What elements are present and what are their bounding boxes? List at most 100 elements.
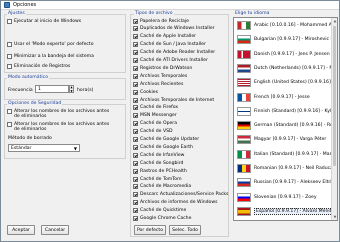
file-type-item[interactable]: Rastros de PCHealth (133, 168, 187, 174)
checkbox-ejecutar-inicio[interactable]: Ejecutar al inicio de Windows (7, 18, 81, 24)
language-item[interactable]: Finnish (Standard) [0.9.9.16] - Kyle Kal… (235, 105, 337, 118)
checkbox-box[interactable] (133, 121, 138, 127)
language-label: German (Standard) [0.9.9.16] - Rolf Weis… (254, 123, 337, 129)
checkbox-box[interactable] (7, 109, 12, 114)
language-scrollbar[interactable]: ▲ ▼ (331, 18, 337, 220)
file-type-item[interactable]: MSN Messenger (133, 113, 177, 119)
language-item[interactable]: Dutch (Netherlands) [0.9.9.17] - Martijn… (235, 62, 337, 75)
checkbox-box[interactable] (7, 41, 12, 47)
checkbox-box[interactable] (133, 42, 138, 48)
select-all-button[interactable]: Selec. Todo (169, 225, 201, 235)
file-type-item[interactable]: Archivos de informes de Windows (133, 200, 218, 206)
file-type-label: Caché de Google Updater (140, 137, 200, 142)
language-item[interactable]: French [0.9.9.17] - Jesse (235, 91, 310, 104)
language-item[interactable]: Italian (Standard) [0.9.9.17] - Marco D'… (235, 148, 337, 161)
scroll-up-icon[interactable]: ▲ (332, 18, 337, 24)
file-type-item[interactable]: Descarc Actualizaciones/Service Packs (133, 192, 228, 198)
finnish-flag-icon (237, 106, 251, 116)
language-listbox[interactable]: Arabic [0.10.0.16] - Mohammed Al-Fouha Bu… (233, 17, 338, 221)
language-item[interactable]: German (Standard) [0.9.9.16] - Rolf Weis… (235, 119, 337, 132)
file-type-label: Archivos Temporales de Internet (140, 97, 215, 103)
frecuencia-stepper[interactable]: ▲ ▼ (69, 85, 74, 93)
checkbox-box[interactable] (133, 129, 138, 135)
checkbox-box[interactable] (133, 26, 138, 32)
checkbox-box[interactable] (133, 216, 138, 221)
checkbox-box[interactable] (133, 97, 138, 103)
frecuencia-input[interactable]: 1 (35, 85, 69, 93)
checkbox-box[interactable] (133, 34, 138, 40)
file-type-item[interactable]: Caché de Apple Installer (133, 34, 196, 40)
file-type-item[interactable]: Caché de Quicktime (133, 208, 186, 214)
scroll-thumb[interactable] (333, 26, 336, 166)
language-item[interactable]: Arabic [0.10.0.16] - Mohammed Al-Fouha (235, 19, 337, 32)
language-item[interactable]: Romanian [0.9.9.17] - Neil Raducan (235, 162, 336, 175)
file-type-label: Caché de ATI Drivers Installer (140, 58, 208, 63)
checkbox-box[interactable] (133, 73, 138, 79)
file-type-item[interactable]: Caché de Songbird (133, 160, 183, 166)
file-type-item[interactable]: Archivos Recientes (133, 81, 183, 87)
checkbox-box[interactable] (133, 200, 138, 206)
cancelar-button[interactable]: Cancelar (41, 225, 69, 235)
language-label: Italian (Standard) [0.9.9.17] - Marco D'… (254, 151, 337, 157)
file-type-item[interactable]: Caché de Google Updater (133, 137, 199, 143)
checkbox-box[interactable] (133, 50, 138, 56)
scroll-down-icon[interactable]: ▼ (332, 214, 337, 220)
file-type-item[interactable]: Caché de Opera (133, 121, 177, 127)
checkbox-alterar-nombres-2[interactable]: Alterar los nombres de los archivos ante… (7, 122, 114, 132)
file-type-item[interactable]: Caché de Firefox (133, 105, 178, 111)
checkbox-eliminacion-registros[interactable]: Eliminación de Registros (7, 63, 70, 69)
checkbox-box[interactable] (7, 122, 12, 127)
checkbox-box[interactable] (133, 192, 138, 198)
checkbox-box[interactable] (133, 184, 138, 190)
file-type-item[interactable]: Registros de DrWatson (133, 65, 192, 71)
file-type-item[interactable]: Caché de IrfanView (133, 152, 184, 158)
checkbox-alterar-nombres-1[interactable]: Alterar los nombres de los archivos ante… (7, 109, 114, 119)
checkbox-box[interactable] (7, 63, 12, 69)
file-type-item[interactable]: Archivos Temporales de Internet (133, 97, 214, 103)
language-item[interactable]: Russian [0.9.9.17] - Alekseev Eltrikja (235, 176, 337, 189)
checkbox-box[interactable] (133, 58, 138, 63)
language-item[interactable]: Magyar [0.9.9.17] - Varga Péter (235, 133, 326, 146)
ajustes-label: Ajustes (7, 11, 26, 16)
metodo-borrado-select[interactable]: Estándar ▼ (8, 144, 80, 152)
dutch-flag-icon (237, 63, 251, 73)
checkbox-box[interactable] (133, 65, 138, 71)
checkbox-box[interactable] (133, 113, 138, 119)
file-type-item[interactable]: Archivos Temporales (133, 73, 187, 79)
aceptar-button[interactable]: Aceptar (7, 225, 35, 235)
english-flag-icon (237, 78, 251, 88)
por-defecto-button[interactable]: Por defecto (134, 225, 166, 235)
file-type-item[interactable]: Caché de TomTom (133, 176, 182, 182)
checkbox-box[interactable] (133, 208, 138, 214)
checkbox-box[interactable] (133, 89, 138, 95)
file-type-item[interactable]: Caché de Sun / Java Installer (133, 42, 206, 48)
checkbox-modo-experto[interactable]: Usar el 'Modo experto' por defecto (7, 41, 94, 47)
file-type-item[interactable]: Caché de VSD (133, 129, 173, 135)
language-item[interactable]: English (United States) [0.9.9.16] - Jos… (235, 76, 337, 89)
file-type-item[interactable]: Caché de Adobe Reader Installer (133, 50, 215, 56)
checkbox-box[interactable] (133, 176, 138, 182)
language-item[interactable]: Español [0.9.9.17] - Alvaro Méndez (235, 205, 337, 218)
checkbox-box[interactable] (7, 18, 12, 24)
language-label: Slovenian [0.9.9.17] - Zoey (254, 194, 317, 200)
checkbox-box[interactable] (133, 144, 138, 150)
checkbox-box[interactable] (133, 160, 138, 166)
checkbox-box[interactable] (7, 53, 12, 59)
file-type-item[interactable]: Papelera de Reciclaje (133, 18, 189, 24)
checkbox-box[interactable] (133, 105, 138, 111)
file-type-item[interactable]: Google Chrome Cache (133, 216, 191, 222)
checkbox-minimizar-bandeja[interactable]: Minimizar a la bandeja del sistema (7, 53, 94, 59)
file-type-item[interactable]: Caché de Macromedia (133, 184, 191, 190)
checkbox-box[interactable] (133, 168, 138, 174)
checkbox-box[interactable] (133, 137, 138, 142)
file-type-item[interactable]: Duplicados de Windows Installer (133, 26, 215, 32)
file-type-item[interactable]: Caché de Google Earth (133, 144, 193, 150)
language-item[interactable]: Bulgarian [0.9.9.17] - Miroshevic Plesni… (235, 33, 337, 46)
checkbox-box[interactable] (133, 152, 138, 158)
checkbox-box[interactable] (133, 81, 138, 87)
language-item[interactable]: Slovenian [0.9.9.17] - Zoey (235, 191, 317, 204)
file-type-item[interactable]: Caché de ATI Drivers Installer (133, 58, 208, 64)
file-type-item[interactable]: Cookies (133, 89, 158, 95)
language-item[interactable]: Danish [0.9.9.17] - Jens P. Jensen Torup (235, 48, 337, 61)
checkbox-box[interactable] (133, 18, 138, 24)
